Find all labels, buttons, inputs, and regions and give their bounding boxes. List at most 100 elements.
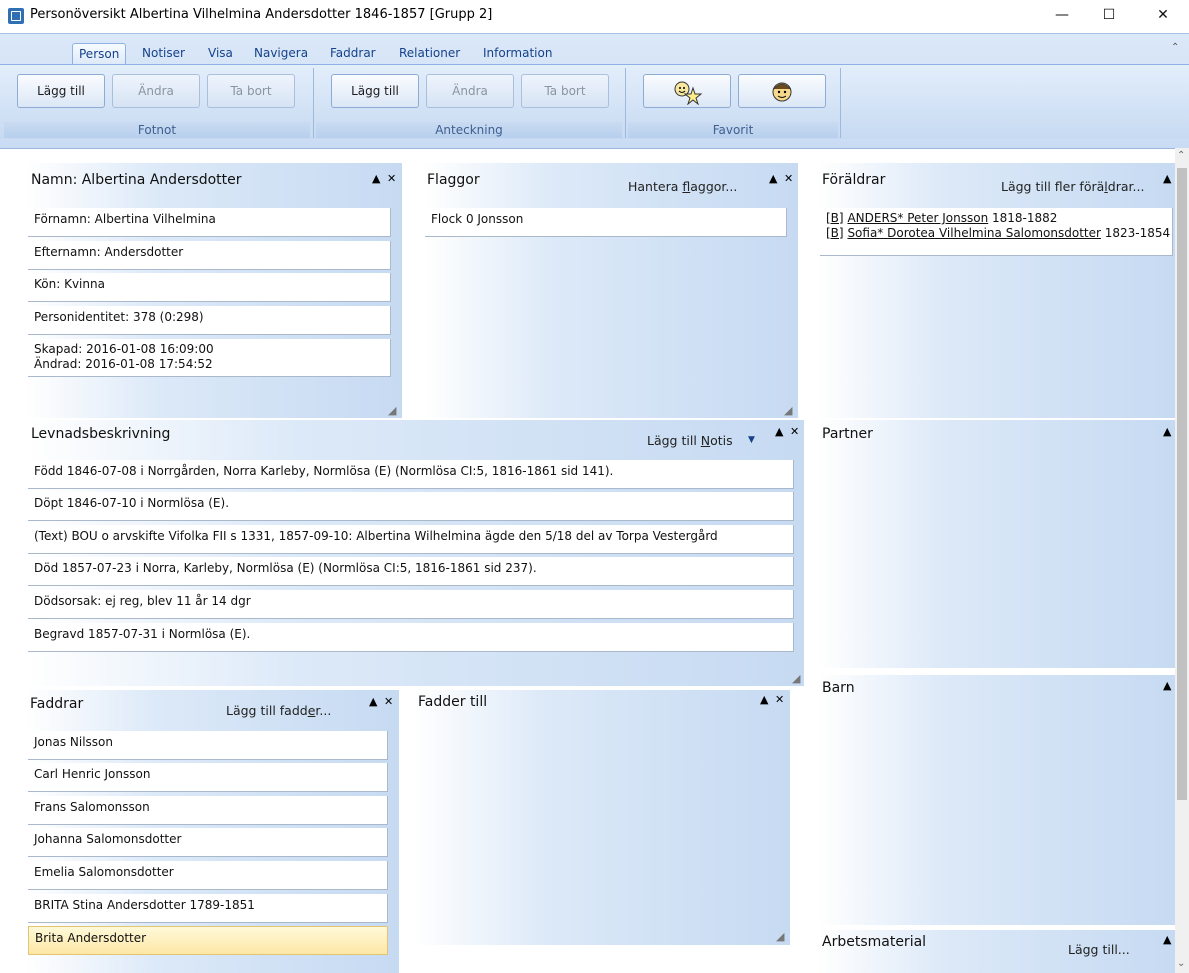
namn-pin-icon[interactable]: ▲ — [372, 172, 380, 185]
lagg-till-foraldrar-link[interactable]: Lägg till fler föräldrar... — [1001, 179, 1144, 194]
fadder-item[interactable]: BRITA Stina Andersdotter 1789-1851 — [28, 894, 388, 923]
fadder-till-close-icon[interactable]: ✕ — [775, 693, 784, 706]
event-item[interactable]: Begravd 1857-07-31 i Normlösa (E). — [28, 623, 794, 652]
group-separator — [625, 68, 626, 138]
arbetsmaterial-pin-icon[interactable]: ▲ — [1163, 933, 1171, 946]
parent-name-link[interactable]: Sofia* Dorotea Vilhelmina Salomonsdotter — [847, 226, 1101, 240]
maximize-button[interactable]: ☐ — [1086, 0, 1132, 30]
flaggor-pin-icon[interactable]: ▲ — [769, 172, 777, 185]
close-button[interactable]: ✕ — [1140, 0, 1186, 30]
namn-close-icon[interactable]: ✕ — [387, 172, 396, 185]
event-item[interactable]: Dödsorsak: ej reg, blev 11 år 14 dgr — [28, 590, 794, 619]
parent-row[interactable]: [B] ANDERS* Peter Jonsson 1818-1882 — [826, 211, 1166, 226]
minimize-button[interactable]: — — [1039, 0, 1085, 30]
ribbon-collapse-icon[interactable]: ⌃ — [1171, 42, 1179, 53]
personidentitet-field[interactable]: Personidentitet: 378 (0:298) — [28, 306, 391, 335]
event-item[interactable]: Döpt 1846-07-10 i Normlösa (E). — [28, 492, 794, 521]
parent-tag: [B] — [826, 226, 844, 240]
flaggor-close-icon[interactable]: ✕ — [784, 172, 793, 185]
hantera-flaggor-link[interactable]: Hantera flaggor... — [628, 179, 737, 194]
fadder-till-panel-title: Fadder till — [418, 694, 488, 710]
levnad-resize-grip[interactable]: ◢ — [792, 672, 800, 685]
fadder-item[interactable]: Carl Henric Jonsson — [28, 763, 388, 792]
link-text: r... — [315, 703, 332, 718]
fadder-till-pin-icon[interactable]: ▲ — [760, 693, 768, 706]
skapad-text: Skapad: 2016-01-08 16:09:00 — [34, 342, 214, 356]
parent-years: 1823-1854 — [1100, 226, 1171, 240]
group-label-anteckning: Anteckning — [316, 122, 622, 138]
favorite-person-button[interactable] — [738, 74, 826, 108]
tab-notiser[interactable]: Notiser — [136, 43, 191, 65]
anteckning-remove-button[interactable]: Ta bort — [521, 74, 609, 108]
efternamn-field[interactable]: Efternamn: Andersdotter — [28, 241, 391, 270]
faddrar-close-icon[interactable]: ✕ — [384, 695, 393, 708]
fadder-till-panel — [414, 690, 790, 945]
parent-row[interactable]: [B] Sofia* Dorotea Vilhelmina Salomonsdo… — [826, 226, 1170, 241]
foraldrar-pin-icon[interactable]: ▲ — [1163, 172, 1171, 185]
faddrar-pin-icon[interactable]: ▲ — [369, 695, 377, 708]
lagg-till-fadder-link[interactable]: Lägg till fadder... — [226, 703, 331, 718]
scroll-down-icon[interactable]: ⌄ — [1177, 958, 1185, 969]
namn-resize-grip[interactable]: ◢ — [388, 404, 396, 417]
fotnot-add-button[interactable]: Lägg till — [17, 74, 105, 108]
lagg-till-arbetsmaterial-link[interactable]: Lägg till... — [1068, 942, 1130, 957]
tab-information[interactable]: Information — [477, 43, 558, 65]
tab-navigera[interactable]: Navigera — [248, 43, 314, 65]
partner-panel-title: Partner — [822, 426, 873, 442]
levnad-close-icon[interactable]: ✕ — [790, 425, 799, 438]
partner-pin-icon[interactable]: ▲ — [1163, 425, 1171, 438]
link-text: Lägg till fadd — [226, 703, 308, 718]
star-face-icon — [674, 81, 703, 106]
link-text: Hantera — [628, 179, 683, 194]
fotnot-remove-button[interactable]: Ta bort — [207, 74, 295, 108]
scroll-up-icon[interactable]: ⌃ — [1177, 150, 1185, 161]
levnad-panel-title: Levnadsbeskrivning — [31, 426, 171, 442]
tab-faddrar[interactable]: Faddrar — [324, 43, 382, 65]
barn-pin-icon[interactable]: ▲ — [1163, 679, 1171, 692]
kon-field[interactable]: Kön: Kvinna — [28, 273, 391, 302]
foraldrar-panel-title: Föräldrar — [822, 172, 886, 188]
parents-list: [B] ANDERS* Peter Jonsson 1818-1882 [B] … — [820, 208, 1173, 256]
favorite-star-button[interactable] — [643, 74, 731, 108]
timestamps-field[interactable]: Skapad: 2016-01-08 16:09:00 Ändrad: 2016… — [28, 339, 391, 377]
group-label-fotnot: Fotnot — [4, 122, 310, 138]
link-text: Lägg till — [647, 433, 701, 448]
fotnot-edit-button[interactable]: Ändra — [112, 74, 200, 108]
app-icon — [8, 8, 24, 24]
chevron-down-icon[interactable]: ▼ — [748, 435, 755, 445]
event-item[interactable]: Död 1857-07-23 i Norra, Karleby, Normlös… — [28, 557, 794, 586]
group-separator — [313, 68, 314, 138]
event-item[interactable]: (Text) BOU o arvskifte Vifolka FII s 133… — [28, 525, 794, 554]
event-item[interactable]: Född 1846-07-08 i Norrgården, Norra Karl… — [28, 460, 794, 489]
levnad-pin-icon[interactable]: ▲ — [775, 425, 783, 438]
scrollbar-thumb[interactable] — [1177, 168, 1187, 800]
parent-name-link[interactable]: ANDERS* Peter Jonsson — [847, 211, 988, 225]
flag-item[interactable]: Flock 0 Jonsson — [425, 208, 787, 237]
namn-panel-title: Namn: Albertina Andersdotter — [31, 172, 242, 188]
fornamn-field[interactable]: Förnamn: Albertina Vilhelmina — [28, 208, 391, 237]
partner-panel — [818, 420, 1175, 668]
barn-panel — [818, 675, 1175, 925]
smiley-face-icon — [772, 82, 792, 102]
tab-relationer[interactable]: Relationer — [393, 43, 466, 65]
tab-visa[interactable]: Visa — [202, 43, 239, 65]
flaggor-panel — [423, 163, 798, 418]
fadder-item[interactable]: Jonas Nilsson — [28, 731, 388, 760]
faddrar-panel-title: Faddrar — [30, 696, 84, 712]
window-title: Personöversikt Albertina Vilhelmina Ande… — [30, 7, 493, 22]
foraldrar-panel — [818, 163, 1175, 418]
anteckning-edit-button[interactable]: Ändra — [426, 74, 514, 108]
link-text: laggor... — [690, 179, 738, 194]
barn-panel-title: Barn — [822, 680, 855, 696]
fadder-till-resize-grip[interactable]: ◢ — [776, 930, 784, 943]
tab-person[interactable]: Person — [72, 43, 127, 65]
fadder-item[interactable]: Emelia Salomonsdotter — [28, 861, 388, 890]
anteckning-add-button[interactable]: Lägg till — [331, 74, 419, 108]
lagg-till-notis-link[interactable]: Lägg till Notis — [647, 433, 733, 448]
fadder-item-selected[interactable]: Brita Andersdotter — [28, 926, 388, 955]
flaggor-resize-grip[interactable]: ◢ — [784, 404, 792, 417]
fadder-item[interactable]: Frans Salomonsson — [28, 796, 388, 825]
flaggor-panel-title: Flaggor — [427, 172, 480, 188]
fadder-item[interactable]: Johanna Salomonsdotter — [28, 828, 388, 857]
link-text: otis — [710, 433, 733, 448]
